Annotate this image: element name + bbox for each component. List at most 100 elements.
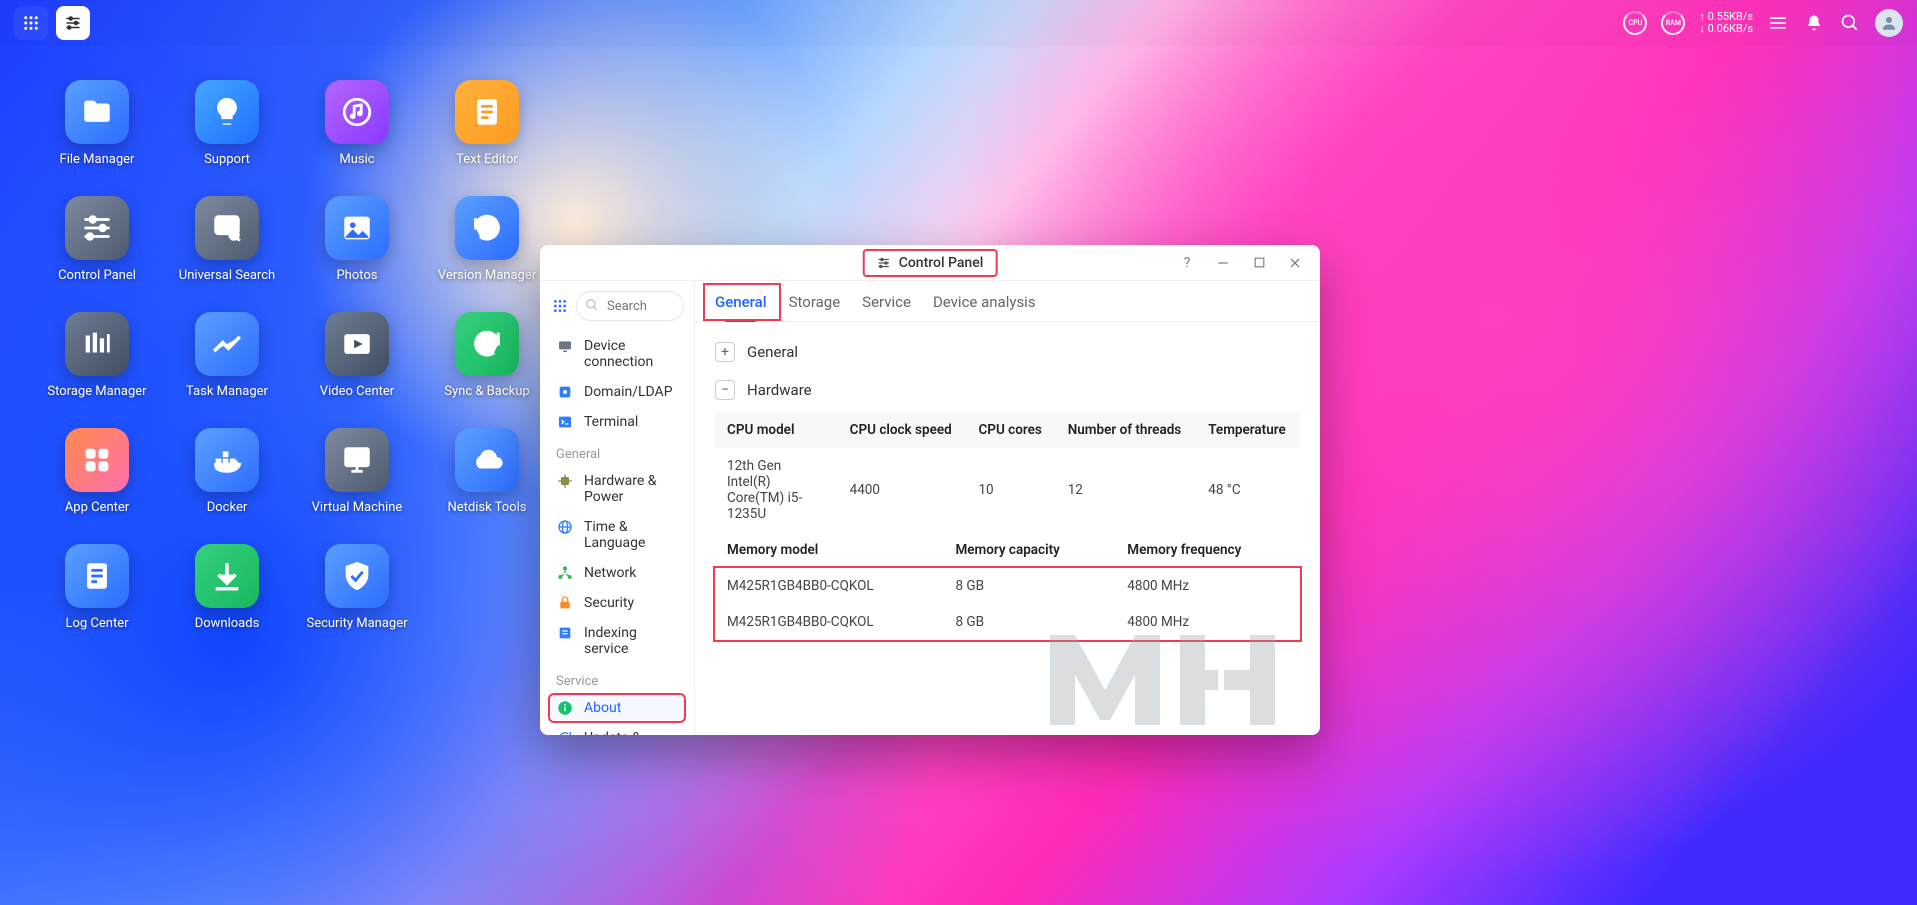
sidebar-item-time-language[interactable]: Time & Language [548,512,686,558]
table-header: Number of threads [1056,412,1197,448]
search-icon [1840,13,1860,33]
tab-storage[interactable]: Storage [789,281,841,321]
app-label: Support [204,152,250,167]
ram-gauge[interactable]: RAM [1661,11,1685,35]
app-label: Control Panel [58,268,136,283]
app-label: Netdisk Tools [447,500,526,515]
app-icon-app-center[interactable]: App Center [32,428,162,544]
app-tile [325,80,389,144]
expand-general-button[interactable]: + [715,342,735,362]
sidebar-item-domain-ldap[interactable]: Domain/LDAP [548,377,686,407]
topbar: CPU RAM ↑ 0.55KB/s ↓ 0.06KB/s [0,0,1917,46]
app-icon-security-manager[interactable]: Security Manager [292,544,422,660]
app-label: Sync & Backup [444,384,529,399]
app-icon-video-center[interactable]: Video Center [292,312,422,428]
app-label: Text Editor [456,152,518,167]
sliders-icon [877,256,891,270]
help-button[interactable]: ? [1172,248,1202,278]
net-down: ↓ 0.06KB/s [1699,23,1753,35]
app-label: Task Manager [186,384,268,399]
control-panel-launcher[interactable] [56,6,90,40]
notifications-button[interactable] [1803,12,1825,34]
collapse-hardware-button[interactable]: − [715,380,735,400]
sidebar-item-hardware-power[interactable]: Hardware & Power [548,466,686,512]
sidebar-item-label: Time & Language [584,519,678,551]
sidebar-item-update-restore[interactable]: Update & Restore [548,723,686,735]
window-controls: ? [1172,248,1320,278]
maximize-button[interactable] [1244,248,1274,278]
app-label: Universal Search [179,268,275,283]
user-avatar[interactable] [1875,9,1903,37]
app-icon-control-panel[interactable]: Control Panel [32,196,162,312]
app-label: Photos [336,268,377,283]
close-icon [1288,256,1302,270]
tab-service[interactable]: Service [862,281,911,321]
sidebar-item-label: Domain/LDAP [584,384,673,400]
app-icon-text-editor[interactable]: Text Editor [422,80,552,196]
app-label: Downloads [195,616,260,631]
app-icon-sync-backup[interactable]: Sync & Backup [422,312,552,428]
sidebar-item-network[interactable]: Network [548,558,686,588]
terminal-icon [556,414,574,430]
close-button[interactable] [1280,248,1310,278]
app-label: Log Center [65,616,128,631]
cpu-gauge[interactable]: CPU [1623,11,1647,35]
sidebar-item-security[interactable]: Security [548,588,686,618]
app-icon-docker[interactable]: Docker [162,428,292,544]
app-label: App Center [65,500,129,515]
table-cell: M425R1GB4BB0-CQKOL [715,604,943,640]
table-cell: M425R1GB4BB0-CQKOL [715,568,943,604]
global-search-button[interactable] [1839,12,1861,34]
table-row: M425R1GB4BB0-CQKOL8 GB4800 MHz [715,568,1300,604]
update-icon [556,730,574,735]
app-label: Storage Manager [47,384,146,399]
app-icon-storage-manager[interactable]: Storage Manager [32,312,162,428]
sidebar-item-device-connection[interactable]: Device connection [548,331,686,377]
sliders-icon [64,14,82,32]
sidebar-item-label: Hardware & Power [584,473,678,505]
app-tile [455,80,519,144]
user-icon [1880,14,1898,32]
app-label: Version Manager [438,268,536,283]
app-icon-virtual-machine[interactable]: Virtual Machine [292,428,422,544]
app-icon-netdisk-tools[interactable]: Netdisk Tools [422,428,552,544]
app-tile [325,196,389,260]
app-icon-task-manager[interactable]: Task Manager [162,312,292,428]
section-hardware-label: Hardware [747,381,812,399]
section-general-label: General [747,343,798,361]
minimize-button[interactable] [1208,248,1238,278]
tab-device-analysis[interactable]: Device analysis [933,281,1036,321]
window-title: Control Panel [899,255,984,271]
index-icon [556,625,574,641]
sidebar-item-label: Security [584,595,634,611]
search-field[interactable] [576,291,684,321]
app-tile [455,428,519,492]
cpu-gauge-label: CPU [1629,19,1643,27]
sidebar-item-indexing-service[interactable]: Indexing service [548,618,686,664]
sidebar-item-terminal[interactable]: Terminal [548,407,686,437]
sidebar-apps-button[interactable] [552,298,568,314]
window-titlebar[interactable]: Control Panel ? [540,245,1320,281]
app-tile [455,196,519,260]
table-header: CPU cores [966,412,1055,448]
app-label: Video Center [320,384,394,399]
app-icon-photos[interactable]: Photos [292,196,422,312]
table-cell: 12 [1056,448,1197,532]
globe-icon [556,519,574,535]
minimize-icon [1216,256,1230,270]
app-icon-downloads[interactable]: Downloads [162,544,292,660]
app-tile [325,428,389,492]
content: + General − Hardware CPU modelCPU clock … [695,322,1320,735]
app-icon-music[interactable]: Music [292,80,422,196]
app-icon-universal-search[interactable]: Universal Search [162,196,292,312]
sidebar-item-about[interactable]: About [548,693,686,723]
app-icon-file-manager[interactable]: File Manager [32,80,162,196]
app-tile [65,196,129,260]
app-grid-button[interactable] [14,6,48,40]
app-icon-log-center[interactable]: Log Center [32,544,162,660]
system-tray-button[interactable] [1767,12,1789,34]
app-label: Virtual Machine [312,500,403,515]
memory-table: Memory modelMemory capacityMemory freque… [715,532,1300,640]
app-icon-support[interactable]: Support [162,80,292,196]
app-icon-version-manager[interactable]: Version Manager [422,196,552,312]
